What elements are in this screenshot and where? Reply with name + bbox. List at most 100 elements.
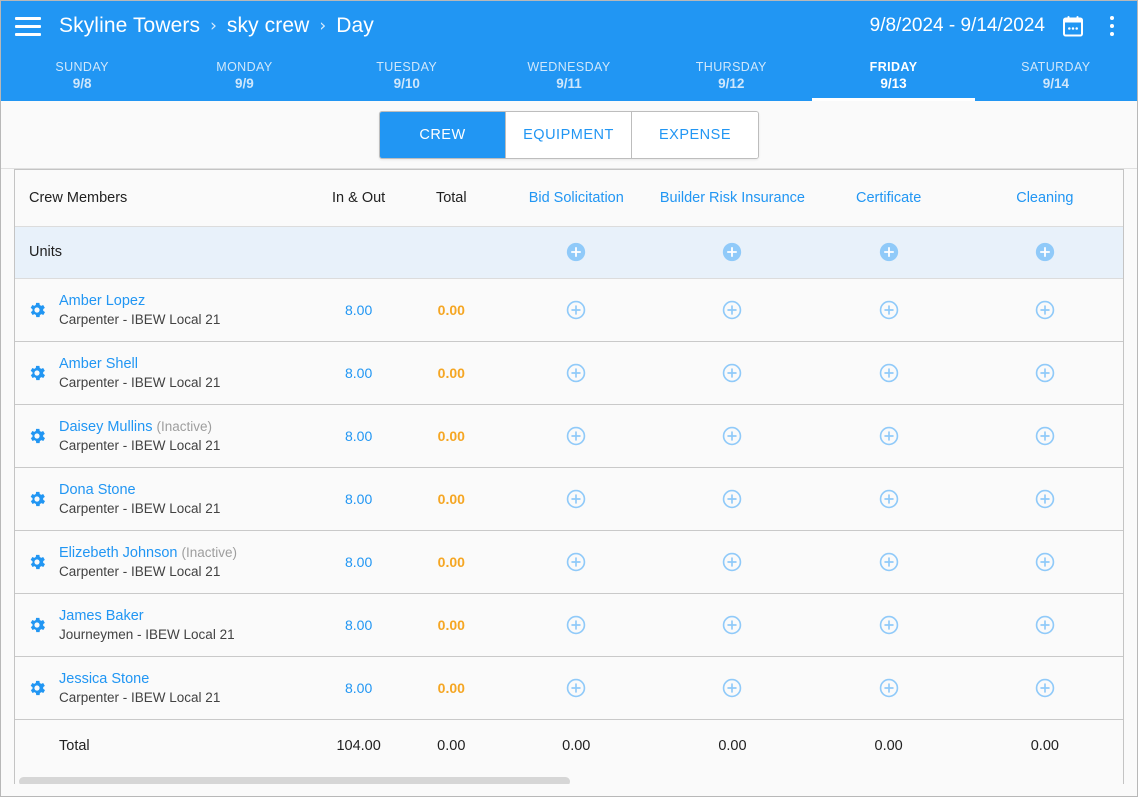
cost-code-add-cell[interactable]	[966, 278, 1123, 342]
cost-code-add-cell[interactable]	[966, 530, 1123, 594]
kebab-menu-icon[interactable]	[1101, 13, 1123, 39]
calendar-icon[interactable]	[1061, 14, 1085, 38]
in-and-out-value[interactable]: 8.00	[312, 467, 405, 531]
row-settings-button[interactable]	[15, 552, 59, 572]
row-settings-button[interactable]	[15, 678, 59, 698]
add-circle-outline-icon[interactable]	[565, 488, 587, 510]
column-header-certificate[interactable]: Certificate	[810, 170, 967, 227]
cost-code-add-cell[interactable]	[498, 656, 655, 720]
row-settings-button[interactable]	[15, 363, 59, 383]
in-and-out-value[interactable]: 8.00	[312, 656, 405, 720]
in-and-out-value[interactable]: 8.00	[312, 278, 405, 342]
cost-code-add-cell[interactable]	[810, 341, 967, 405]
day-tab-saturday[interactable]: SATURDAY 9/14	[975, 51, 1137, 101]
add-circle-outline-icon[interactable]	[878, 551, 900, 573]
gear-icon[interactable]	[27, 426, 47, 446]
cost-code-add-cell[interactable]	[810, 278, 967, 342]
gear-icon[interactable]	[27, 300, 47, 320]
add-circle-outline-icon[interactable]	[1034, 551, 1056, 573]
in-and-out-value[interactable]: 8.00	[312, 404, 405, 468]
add-circle-filled-icon[interactable]	[721, 241, 743, 263]
cost-code-add-cell[interactable]	[810, 467, 967, 531]
day-tab-tuesday[interactable]: TUESDAY 9/10	[326, 51, 488, 101]
add-circle-outline-icon[interactable]	[878, 488, 900, 510]
day-tab-thursday[interactable]: THURSDAY 9/12	[650, 51, 812, 101]
horizontal-scrollbar-thumb[interactable]	[19, 777, 570, 784]
cost-code-add-cell[interactable]	[654, 404, 811, 468]
day-tab-sunday[interactable]: SUNDAY 9/8	[1, 51, 163, 101]
gear-icon[interactable]	[27, 552, 47, 572]
tab-equipment[interactable]: EQUIPMENT	[506, 111, 632, 158]
cost-code-add-cell[interactable]	[966, 404, 1123, 468]
cost-code-add-cell[interactable]	[654, 593, 811, 657]
add-circle-outline-icon[interactable]	[721, 299, 743, 321]
gear-icon[interactable]	[27, 489, 47, 509]
tab-crew[interactable]: CREW	[380, 111, 506, 158]
cost-code-add-cell[interactable]	[654, 467, 811, 531]
add-circle-outline-icon[interactable]	[1034, 677, 1056, 699]
breadcrumb-item-project[interactable]: Skyline Towers	[59, 14, 200, 38]
cost-code-add-cell[interactable]	[966, 341, 1123, 405]
add-circle-filled-icon[interactable]	[1034, 241, 1056, 263]
row-settings-button[interactable]	[15, 300, 59, 320]
crew-member-name[interactable]: Daisey Mullins	[59, 419, 152, 435]
cost-code-add-cell[interactable]	[810, 593, 967, 657]
cost-code-add-cell[interactable]	[966, 593, 1123, 657]
add-circle-outline-icon[interactable]	[878, 425, 900, 447]
cost-code-add-cell[interactable]	[654, 530, 811, 594]
cost-code-add-cell[interactable]	[498, 278, 655, 342]
add-circle-outline-icon[interactable]	[565, 362, 587, 384]
gear-icon[interactable]	[27, 615, 47, 635]
gear-icon[interactable]	[27, 363, 47, 383]
add-circle-outline-icon[interactable]	[878, 614, 900, 636]
add-circle-outline-icon[interactable]	[1034, 299, 1056, 321]
cost-code-add-cell[interactable]	[810, 656, 967, 720]
add-circle-outline-icon[interactable]	[721, 551, 743, 573]
add-circle-outline-icon[interactable]	[565, 299, 587, 321]
column-header-cleaning[interactable]: Cleaning	[966, 170, 1123, 227]
add-circle-outline-icon[interactable]	[721, 677, 743, 699]
column-header-builder-risk-insurance[interactable]: Builder Risk Insurance	[654, 170, 811, 227]
row-settings-button[interactable]	[15, 615, 59, 635]
gear-icon[interactable]	[27, 678, 47, 698]
add-circle-outline-icon[interactable]	[878, 677, 900, 699]
add-circle-outline-icon[interactable]	[721, 425, 743, 447]
in-and-out-value[interactable]: 8.00	[312, 341, 405, 405]
crew-member-name[interactable]: Amber Lopez	[59, 293, 145, 309]
crew-member-name[interactable]: Elizebeth Johnson	[59, 545, 178, 561]
add-circle-outline-icon[interactable]	[565, 677, 587, 699]
cost-code-add-cell[interactable]	[810, 530, 967, 594]
column-header-bid-solicitation[interactable]: Bid Solicitation	[498, 170, 655, 227]
cost-code-add-cell[interactable]	[654, 341, 811, 405]
cost-code-add-cell[interactable]	[498, 341, 655, 405]
units-add-cell[interactable]	[654, 226, 811, 279]
row-settings-button[interactable]	[15, 489, 59, 509]
cost-code-add-cell[interactable]	[966, 656, 1123, 720]
cost-code-add-cell[interactable]	[498, 530, 655, 594]
crew-member-name[interactable]: James Baker	[59, 608, 144, 624]
in-and-out-value[interactable]: 8.00	[312, 593, 405, 657]
tab-expense[interactable]: EXPENSE	[632, 111, 758, 158]
add-circle-outline-icon[interactable]	[1034, 362, 1056, 384]
cost-code-add-cell[interactable]	[654, 656, 811, 720]
cost-code-add-cell[interactable]	[498, 467, 655, 531]
add-circle-outline-icon[interactable]	[878, 362, 900, 384]
breadcrumb-item-crew[interactable]: sky crew	[227, 14, 309, 38]
add-circle-outline-icon[interactable]	[1034, 425, 1056, 447]
add-circle-outline-icon[interactable]	[565, 425, 587, 447]
add-circle-filled-icon[interactable]	[878, 241, 900, 263]
row-settings-button[interactable]	[15, 426, 59, 446]
add-circle-outline-icon[interactable]	[565, 614, 587, 636]
add-circle-outline-icon[interactable]	[721, 614, 743, 636]
add-circle-filled-icon[interactable]	[565, 241, 587, 263]
add-circle-outline-icon[interactable]	[1034, 614, 1056, 636]
add-circle-outline-icon[interactable]	[565, 551, 587, 573]
hamburger-menu-icon[interactable]	[15, 11, 45, 41]
cost-code-add-cell[interactable]	[498, 404, 655, 468]
breadcrumb-item-day[interactable]: Day	[336, 14, 374, 38]
units-add-cell[interactable]	[810, 226, 967, 279]
crew-member-name[interactable]: Dona Stone	[59, 482, 136, 498]
units-add-cell[interactable]	[498, 226, 655, 279]
cost-code-add-cell[interactable]	[654, 278, 811, 342]
add-circle-outline-icon[interactable]	[1034, 488, 1056, 510]
